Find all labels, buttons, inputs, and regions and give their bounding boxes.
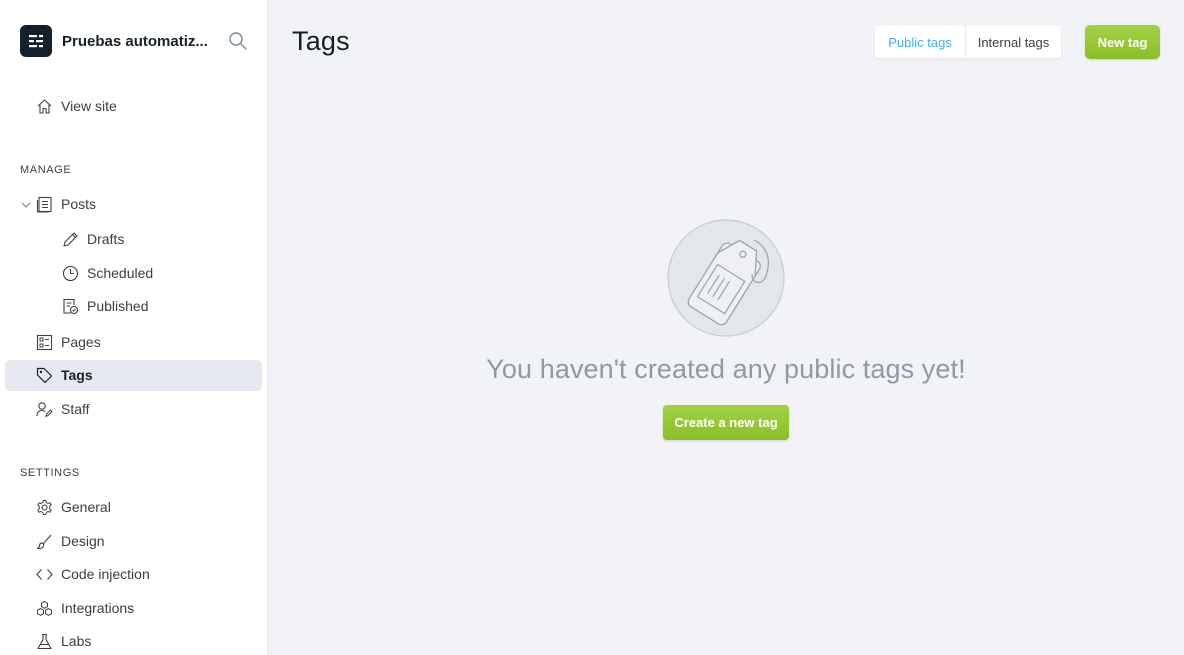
tag-icon: [36, 367, 53, 384]
site-title: Pruebas automatiz...: [62, 32, 208, 50]
published-icon: [62, 298, 79, 315]
flask-icon: [36, 633, 53, 650]
nav-drafts-label: Drafts: [87, 231, 125, 247]
nav-integrations[interactable]: Integrations: [5, 593, 262, 624]
ghost-logo-icon: [20, 25, 52, 57]
nav-scheduled-label: Scheduled: [87, 265, 154, 281]
integrations-icon: [36, 600, 53, 617]
manage-section-title: MANAGE: [20, 164, 72, 176]
nav-posts-label: Posts: [61, 196, 97, 212]
nav-labs-label: Labs: [61, 633, 92, 649]
settings-section-title: SETTINGS: [20, 467, 80, 479]
staff-icon: [36, 401, 53, 418]
empty-state-message: You haven't created any public tags yet!: [486, 354, 966, 384]
nav-design[interactable]: Design: [5, 526, 262, 557]
nav-code-injection[interactable]: Code injection: [5, 559, 262, 590]
nav-published[interactable]: Published: [5, 291, 262, 322]
tab-public-tags[interactable]: Public tags: [875, 26, 965, 58]
nav-pages-label: Pages: [61, 334, 101, 350]
nav-code-injection-label: Code injection: [61, 566, 150, 582]
search-icon[interactable]: [228, 31, 248, 51]
nav-posts[interactable]: Posts: [5, 189, 262, 220]
create-tag-button[interactable]: Create a new tag: [663, 405, 789, 440]
nav-view-site-label: View site: [61, 98, 117, 114]
nav-tags[interactable]: Tags: [5, 360, 262, 391]
nav-drafts[interactable]: Drafts: [5, 224, 262, 255]
nav-view-site[interactable]: View site: [5, 91, 262, 122]
sidebar: Pruebas automatiz... View site MANAGE Po…: [0, 0, 268, 655]
nav-scheduled[interactable]: Scheduled: [5, 258, 262, 289]
brush-icon: [36, 533, 53, 550]
posts-icon: [36, 196, 53, 213]
nav-general[interactable]: General: [5, 492, 262, 523]
nav-staff-label: Staff: [61, 401, 90, 417]
nav-integrations-label: Integrations: [61, 600, 135, 616]
page-title: Tags: [292, 26, 350, 56]
gear-icon: [36, 499, 53, 516]
chevron-down-icon[interactable]: [20, 199, 32, 211]
clock-icon: [62, 265, 79, 282]
nav-general-label: General: [61, 499, 111, 515]
nav-labs[interactable]: Labs: [5, 626, 262, 655]
nav-published-label: Published: [87, 298, 149, 314]
pencil-icon: [62, 231, 79, 248]
new-tag-button[interactable]: New tag: [1085, 25, 1160, 59]
tag-type-toggle: Public tags Internal tags: [875, 26, 1061, 58]
tag-illustration-icon: [666, 218, 786, 338]
nav-staff[interactable]: Staff: [5, 394, 262, 425]
pages-icon: [36, 334, 53, 351]
nav-design-label: Design: [61, 533, 105, 549]
home-icon: [36, 98, 53, 115]
tab-internal-tags[interactable]: Internal tags: [965, 26, 1061, 58]
nav-pages[interactable]: Pages: [5, 327, 262, 358]
code-icon: [36, 566, 53, 583]
site-brand[interactable]: Pruebas automatiz...: [20, 24, 252, 58]
nav-tags-label: Tags: [61, 367, 93, 383]
